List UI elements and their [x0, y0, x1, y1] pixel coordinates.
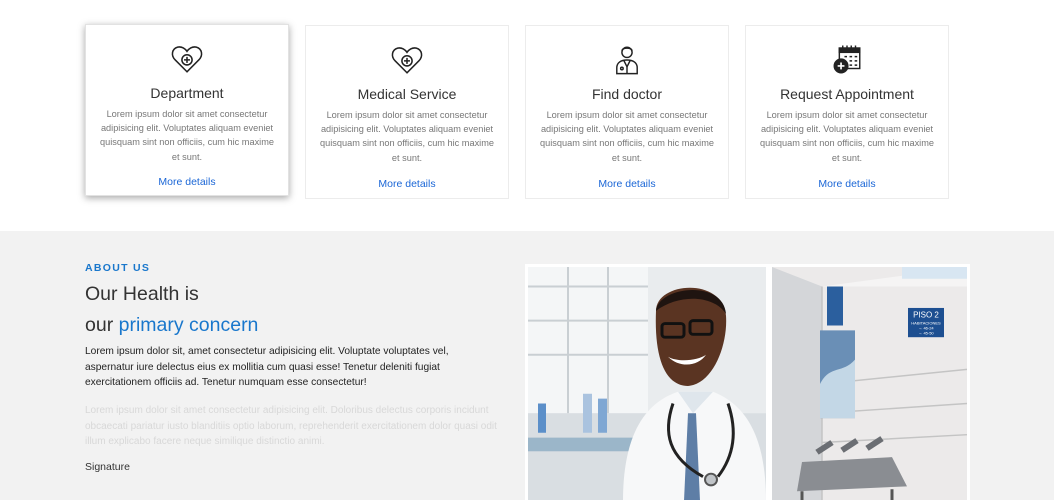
- card-text: Lorem ipsum dolor sit amet consectetur a…: [760, 110, 934, 163]
- more-details-link[interactable]: More details: [746, 178, 948, 190]
- section-eyebrow: ABOUT US: [85, 262, 151, 274]
- card-text: Lorem ipsum dolor sit amet consectetur a…: [320, 110, 494, 163]
- about-heading-line2: our primary concern: [85, 314, 258, 337]
- service-card-request-appointment[interactable]: Request Appointment Lorem ipsum dolor si…: [745, 25, 949, 199]
- clinic-corridor-photo: PISO 2 HABITACIONES → 46-24 → 45-50: [769, 264, 970, 500]
- heading-prefix: our: [85, 314, 114, 336]
- more-details-link[interactable]: More details: [306, 178, 508, 190]
- card-text: Lorem ipsum dolor sit amet consectetur a…: [540, 110, 714, 163]
- about-section: ABOUT US Our Health is our primary conce…: [0, 231, 1054, 500]
- about-muted-paragraph: Lorem ipsum dolor sit amet consectetur a…: [85, 405, 497, 447]
- service-card-department[interactable]: Department Lorem ipsum dolor sit amet co…: [85, 24, 289, 196]
- doctor-icon: [526, 42, 728, 78]
- heart-plus-icon: [86, 41, 288, 77]
- heart-plus-icon: [306, 42, 508, 78]
- card-text: Lorem ipsum dolor sit amet consectetur a…: [100, 109, 274, 162]
- clinic-sign-line: → 45-50: [918, 330, 934, 335]
- card-title: Request Appointment: [780, 86, 914, 102]
- doctor-photo: [525, 264, 769, 500]
- calendar-plus-icon: [746, 42, 948, 78]
- clinic-sign-text: PISO 2: [913, 311, 939, 320]
- card-title: Department: [150, 85, 224, 101]
- service-card-find-doctor[interactable]: Find doctor Lorem ipsum dolor sit amet c…: [525, 25, 729, 199]
- card-title: Medical Service: [357, 86, 457, 102]
- services-section: Department Lorem ipsum dolor sit amet co…: [0, 0, 1054, 231]
- about-lead-paragraph: Lorem ipsum dolor sit, amet consectetur …: [85, 346, 449, 388]
- signature: Signature: [85, 461, 130, 473]
- card-title: Find doctor: [591, 86, 663, 102]
- more-details-link[interactable]: More details: [526, 178, 728, 190]
- heading-accent: primary concern: [118, 314, 259, 336]
- service-card-medical-service[interactable]: Medical Service Lorem ipsum dolor sit am…: [305, 25, 509, 199]
- about-heading-line1: Our Health is: [85, 283, 199, 305]
- more-details-link[interactable]: More details: [86, 176, 288, 188]
